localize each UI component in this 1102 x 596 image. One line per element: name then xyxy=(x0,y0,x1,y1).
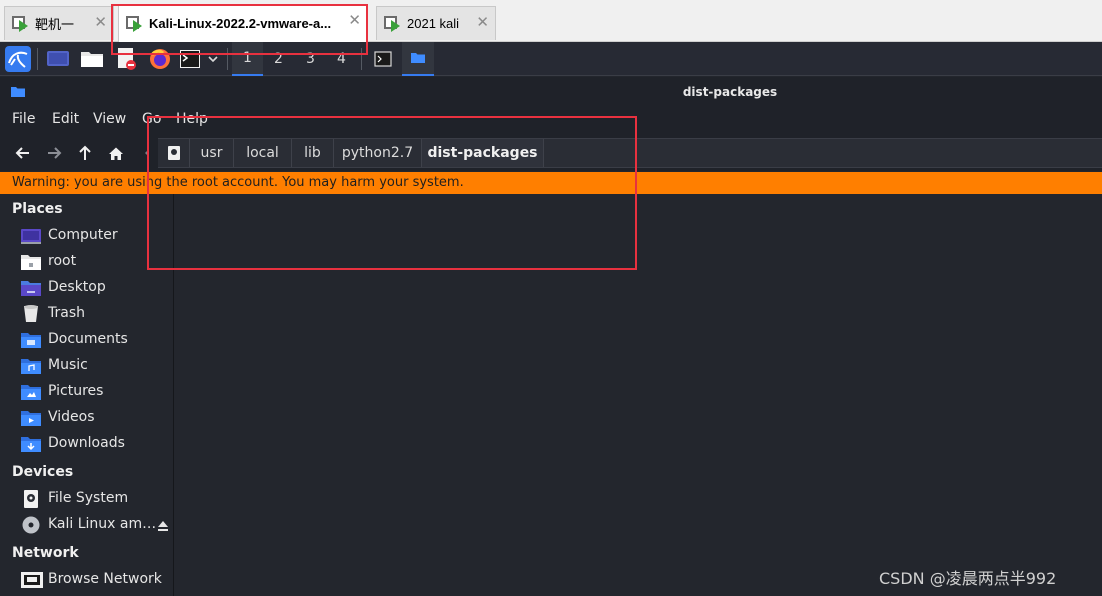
toolbar: usr local lib python2.7 dist-packages xyxy=(0,135,1102,171)
vm-running-icon xyxy=(383,15,401,33)
menu-view[interactable]: View xyxy=(93,111,126,127)
sidebar-item-documents[interactable]: Documents xyxy=(0,327,174,353)
terminal-launcher-icon[interactable] xyxy=(177,42,203,76)
vm-running-icon xyxy=(11,15,29,33)
sidebar-item-computer[interactable]: Computer xyxy=(0,223,174,249)
sidebar-item-label: root xyxy=(48,253,77,269)
sidebar-item-label: Downloads xyxy=(48,435,125,451)
sidebar-item-label: Desktop xyxy=(48,279,106,295)
sidebar-item-label: Computer xyxy=(48,227,118,243)
network-heading: Network xyxy=(12,545,79,561)
sidebar-item-file-system[interactable]: File System xyxy=(0,486,174,512)
sidebar-item-browse-network[interactable]: Browse Network xyxy=(0,567,174,593)
menu-edit[interactable]: Edit xyxy=(52,111,79,127)
taskbar-file-manager-window[interactable] xyxy=(402,42,434,76)
network-icon xyxy=(21,571,43,589)
firefox-icon[interactable] xyxy=(146,42,174,76)
crumb-lib[interactable]: lib xyxy=(292,139,334,167)
sidebar-item-label: Documents xyxy=(48,331,128,347)
optical-disc-icon xyxy=(21,516,41,534)
workspace-1[interactable]: 1 xyxy=(232,42,263,76)
window-title: dist-packages xyxy=(682,85,778,99)
sidebar-item-pictures[interactable]: Pictures xyxy=(0,379,174,405)
sidebar-item-label: Music xyxy=(48,357,88,373)
music-folder-icon xyxy=(21,357,41,375)
menu-go[interactable]: Go xyxy=(142,111,161,127)
vm-tab-label: 靶机一 xyxy=(35,17,75,32)
vm-tab-kali-2022[interactable]: Kali-Linux-2022.2-vmware-a... ✕ xyxy=(118,4,368,42)
menu-bar: File Edit View Go Help xyxy=(0,107,1102,135)
sidebar-item-root[interactable]: root xyxy=(0,249,174,275)
up-button[interactable] xyxy=(72,140,98,166)
breadcrumb: usr local lib python2.7 dist-packages xyxy=(158,138,1102,168)
vm-running-icon xyxy=(125,15,143,33)
forward-button[interactable] xyxy=(41,140,67,166)
eject-icon[interactable] xyxy=(157,517,169,536)
trash-icon xyxy=(21,305,41,323)
crumb-python[interactable]: python2.7 xyxy=(334,139,422,167)
vm-tab-2021-kali[interactable]: 2021 kali ✕ xyxy=(376,6,496,40)
sidebar-item-label: Kali Linux am… xyxy=(48,516,157,532)
pictures-folder-icon xyxy=(21,383,41,401)
vm-tab-target-1[interactable]: 靶机一 ✕ xyxy=(4,6,114,40)
crumb-local[interactable]: local xyxy=(234,139,292,167)
text-editor-launcher-icon[interactable] xyxy=(112,42,140,76)
sidebar-item-desktop[interactable]: Desktop xyxy=(0,275,174,301)
videos-folder-icon xyxy=(21,409,41,427)
sidebar-item-label: Browse Network xyxy=(48,571,162,587)
vm-tab-strip: 靶机一 ✕ Kali-Linux-2022.2-vmware-a... ✕ 20… xyxy=(0,0,1102,42)
workspace-4[interactable]: 4 xyxy=(326,42,357,76)
window-titlebar: dist-packages xyxy=(0,77,1102,107)
documents-folder-icon xyxy=(21,331,41,349)
close-icon[interactable]: ✕ xyxy=(348,12,361,30)
watermark: CSDN @凌晨两点半992 xyxy=(879,569,1057,588)
workspace-2[interactable]: 2 xyxy=(263,42,294,76)
file-view[interactable] xyxy=(175,194,1102,596)
crumb-current[interactable]: dist-packages xyxy=(422,139,544,167)
taskbar-terminal-window[interactable] xyxy=(368,42,398,76)
desktop-icon xyxy=(21,279,41,297)
back-button[interactable] xyxy=(10,140,36,166)
workspace-3[interactable]: 3 xyxy=(295,42,326,76)
drive-icon xyxy=(167,146,180,160)
close-icon[interactable]: ✕ xyxy=(476,14,489,32)
drive-icon xyxy=(21,490,41,508)
vm-tab-label: Kali-Linux-2022.2-vmware-a... xyxy=(149,16,332,31)
show-desktop-icon[interactable] xyxy=(44,42,72,76)
menu-file[interactable]: File xyxy=(12,111,35,127)
file-manager-launcher-icon[interactable] xyxy=(78,42,106,76)
sidebar-item-trash[interactable]: Trash xyxy=(0,301,174,327)
places-heading: Places xyxy=(12,201,63,217)
crumb-usr[interactable]: usr xyxy=(190,139,234,167)
root-drive-crumb[interactable] xyxy=(158,139,190,167)
sidebar-item-label: File System xyxy=(48,490,129,506)
home-folder-icon xyxy=(21,253,41,271)
menu-help[interactable]: Help xyxy=(176,111,208,127)
chevron-down-icon[interactable] xyxy=(203,42,223,76)
sidebar-item-kali-disc[interactable]: Kali Linux am… xyxy=(0,512,174,538)
kali-menu-icon[interactable] xyxy=(2,42,34,76)
home-button[interactable] xyxy=(103,140,129,166)
sidebar-item-label: Trash xyxy=(48,305,85,321)
sidebar-item-videos[interactable]: Videos xyxy=(0,405,174,431)
sidebar-item-label: Videos xyxy=(48,409,95,425)
top-panel: 1 2 3 4 xyxy=(0,42,1102,76)
vm-tab-label: 2021 kali xyxy=(407,16,460,31)
computer-icon xyxy=(21,227,41,245)
sidebar-item-music[interactable]: Music xyxy=(0,353,174,379)
devices-heading: Devices xyxy=(12,464,74,480)
sidebar: Places Computer root Desktop Trash Docum… xyxy=(0,194,174,596)
root-warning-bar: Warning: you are using the root account.… xyxy=(0,172,1102,194)
sidebar-item-downloads[interactable]: Downloads xyxy=(0,431,174,457)
pathbar-scroll-left[interactable] xyxy=(140,140,154,166)
downloads-folder-icon xyxy=(21,435,41,453)
close-icon[interactable]: ✕ xyxy=(94,14,107,32)
sidebar-item-label: Pictures xyxy=(48,383,104,399)
